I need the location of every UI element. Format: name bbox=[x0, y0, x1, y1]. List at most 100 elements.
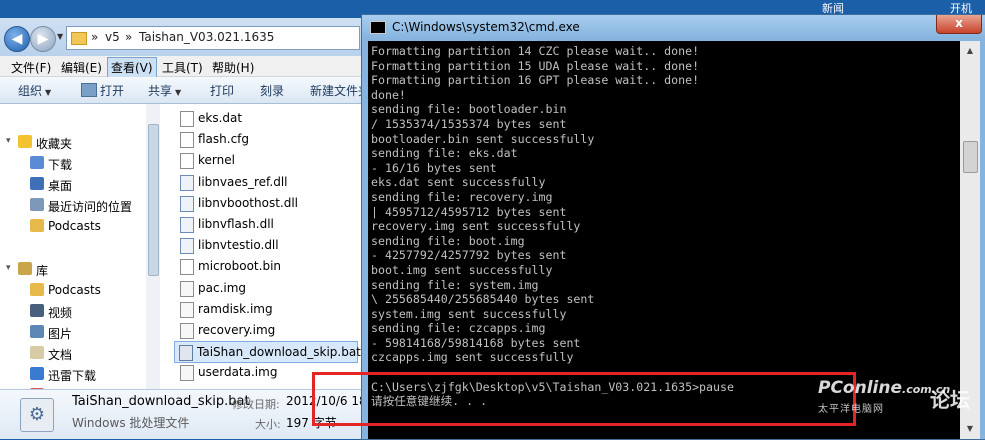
close-button[interactable]: x bbox=[936, 15, 982, 34]
nav-item[interactable]: 最近访问的位置 bbox=[0, 195, 150, 215]
console-line: boot.img sent successfully bbox=[371, 262, 553, 277]
nav-item[interactable]: 视频 bbox=[0, 301, 150, 321]
nav-item-label: 文档 bbox=[48, 348, 73, 362]
nav-item-label: 库 bbox=[36, 264, 49, 278]
nav-item[interactable]: Podcasts bbox=[0, 280, 150, 300]
file-row[interactable]: TaiShan_download_skip.bat bbox=[174, 341, 361, 364]
file-row[interactable]: ramdisk.img bbox=[176, 299, 366, 319]
file-row[interactable]: kernel bbox=[176, 150, 366, 170]
dll-file-icon bbox=[180, 217, 194, 233]
nav-item[interactable]: ▾ 库 bbox=[0, 259, 150, 279]
breadcrumb-taishan[interactable]: Taishan_V03.021.1635 bbox=[139, 30, 274, 44]
console-line: sending file: recovery.img bbox=[371, 189, 553, 204]
nav-item-label: 图片 bbox=[48, 327, 73, 341]
menu-help[interactable]: 帮助(H) bbox=[209, 58, 257, 77]
file-file-icon bbox=[180, 153, 194, 170]
file-name: libnvtestio.dll bbox=[198, 238, 279, 253]
console-line: bootloader.bin sent successfully bbox=[371, 131, 595, 146]
bat-file-icon bbox=[179, 345, 193, 362]
forward-button[interactable]: ▶ bbox=[30, 26, 56, 52]
file-row[interactable]: microboot.bin bbox=[176, 256, 366, 276]
recent-pages-dropdown-icon[interactable]: ▼ bbox=[57, 32, 63, 41]
menu-view[interactable]: 查看(V) bbox=[107, 57, 157, 78]
expand-arrow-icon[interactable]: ▾ bbox=[6, 263, 11, 273]
file-row[interactable]: pac.img bbox=[176, 278, 366, 298]
console-line: - 16/16 bytes sent bbox=[371, 160, 497, 175]
nav-item[interactable]: ▾ 收藏夹 bbox=[0, 132, 150, 152]
file-row[interactable]: libnvaes_ref.dll bbox=[176, 172, 366, 192]
file-row[interactable]: libnvboothost.dll bbox=[176, 193, 366, 213]
console-line: / 1535374/1535374 bytes sent bbox=[371, 116, 567, 131]
file-name: flash.cfg bbox=[198, 132, 250, 147]
highlight-box bbox=[312, 372, 856, 426]
batch-file-gear-icon: ⚙ bbox=[20, 398, 54, 432]
cmd-title: C:\Windows\system32\cmd.exe bbox=[392, 20, 580, 34]
file-name: kernel bbox=[198, 153, 235, 168]
file-name: libnvflash.dll bbox=[198, 217, 274, 231]
thunder-download-icon bbox=[30, 367, 44, 380]
watermark-forum: 论坛 bbox=[930, 388, 970, 412]
nav-item[interactable]: 文档 bbox=[0, 343, 150, 363]
console-line: \ 255685440/255685440 bytes sent bbox=[371, 292, 595, 307]
file-file-icon bbox=[180, 259, 194, 276]
file-file-icon bbox=[180, 111, 194, 127]
console-line: recovery.img sent successfully bbox=[371, 219, 581, 234]
share-button[interactable]: 共享 ▼ bbox=[148, 82, 181, 99]
nav-item[interactable]: 桌面 bbox=[0, 174, 150, 194]
file-name: TaiShan_download_skip.bat bbox=[197, 345, 361, 360]
file-row[interactable]: libnvtestio.dll bbox=[176, 235, 366, 255]
console-line: sending file: eks.dat bbox=[371, 146, 518, 161]
file-name: microboot.bin bbox=[198, 259, 282, 274]
expand-arrow-icon[interactable]: ▾ bbox=[6, 136, 11, 146]
breadcrumb-v5[interactable]: v5 bbox=[105, 30, 120, 44]
nav-item[interactable]: 下载 bbox=[0, 153, 150, 173]
nav-item[interactable]: Podcasts bbox=[0, 216, 150, 236]
menu-file[interactable]: 文件(F) bbox=[8, 58, 54, 77]
scrollbar-thumb[interactable] bbox=[963, 141, 978, 173]
caret-down-icon: ▼ bbox=[175, 88, 182, 97]
breadcrumb-separator: » bbox=[91, 30, 99, 44]
console-line: sending file: bootloader.bin bbox=[371, 102, 567, 117]
file-row[interactable]: recovery.img bbox=[176, 320, 366, 340]
file-row[interactable]: flash.cfg bbox=[176, 129, 366, 149]
file-row[interactable]: libnvflash.dll bbox=[176, 214, 366, 234]
print-button[interactable]: 打印 bbox=[210, 82, 234, 99]
img-file-icon bbox=[180, 365, 194, 382]
podcast-folder-icon bbox=[30, 219, 44, 232]
nav-item-label: 最近访问的位置 bbox=[48, 200, 133, 214]
nav-item-label: Podcasts bbox=[48, 219, 101, 233]
star-icon bbox=[18, 135, 32, 148]
console-icon bbox=[370, 21, 386, 34]
details-size-label: 大小: bbox=[255, 418, 281, 431]
menu-tools[interactable]: 工具(T) bbox=[159, 58, 206, 77]
open-button[interactable]: 打开 bbox=[81, 82, 124, 99]
burn-button[interactable]: 刻录 bbox=[260, 82, 284, 99]
back-button[interactable]: ◀ bbox=[4, 26, 30, 52]
document-icon bbox=[30, 346, 44, 359]
recent-places-icon bbox=[30, 198, 44, 211]
scrollbar-thumb[interactable] bbox=[148, 124, 159, 276]
console-line: - 4257792/4257792 bytes sent bbox=[371, 248, 567, 263]
file-name: eks.dat bbox=[198, 111, 243, 125]
address-box[interactable]: » v5 » Taishan_V03.021.1635 bbox=[66, 26, 360, 50]
file-name: libnvboothost.dll bbox=[198, 195, 299, 210]
img-file-icon bbox=[180, 323, 194, 339]
console-line: sending file: czcapps.img bbox=[371, 321, 546, 336]
scroll-up-arrow-icon[interactable]: ▲ bbox=[962, 43, 978, 59]
file-row[interactable]: eks.dat bbox=[176, 108, 366, 128]
console-line: - 59814168/59814168 bytes sent bbox=[371, 335, 581, 350]
details-file-type: Windows 批处理文件 bbox=[72, 416, 190, 430]
nav-item[interactable]: 迅雷下载 bbox=[0, 364, 150, 384]
organize-label: 组织 bbox=[18, 84, 43, 98]
watermark: PConline.com.cn 太平洋电脑网 论坛 bbox=[790, 378, 985, 438]
nav-item[interactable]: 图片 bbox=[0, 322, 150, 342]
organize-button[interactable]: 组织 ▼ bbox=[18, 82, 51, 99]
navigation-scrollbar[interactable] bbox=[146, 104, 160, 389]
console-line: eks.dat sent successfully bbox=[371, 175, 546, 190]
details-modified-label: 修改日期: bbox=[232, 398, 280, 411]
cmd-title-bar[interactable]: C:\Windows\system32\cmd.exe x bbox=[362, 15, 985, 39]
dll-file-icon bbox=[180, 195, 194, 212]
console-line: done! bbox=[371, 87, 406, 102]
console-line: Formatting partition 15 UDA please wait.… bbox=[371, 58, 700, 73]
menu-edit[interactable]: 编辑(E) bbox=[58, 58, 105, 77]
